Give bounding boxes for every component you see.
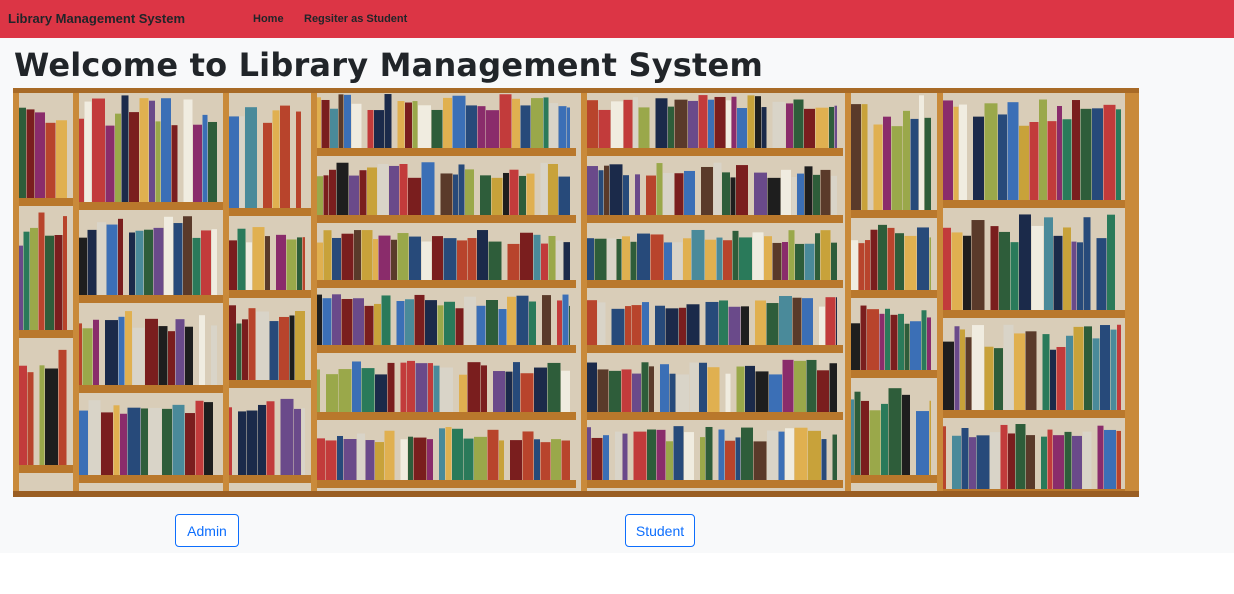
navbar: Library Management System Home Regsiter … <box>0 0 1234 38</box>
bookshelves-illustration <box>13 88 1139 497</box>
library-bookshelves-image <box>13 88 1139 497</box>
student-button[interactable]: Student <box>625 514 695 547</box>
nav-home-link[interactable]: Home <box>253 13 284 25</box>
brand-link[interactable]: Library Management System <box>8 11 185 26</box>
page-title: Welcome to Library Management System <box>14 46 763 84</box>
nav-register-student-link[interactable]: Regsiter as Student <box>304 13 407 25</box>
main-content: Welcome to Library Management System Adm… <box>0 38 1234 553</box>
admin-button[interactable]: Admin <box>175 514 239 547</box>
